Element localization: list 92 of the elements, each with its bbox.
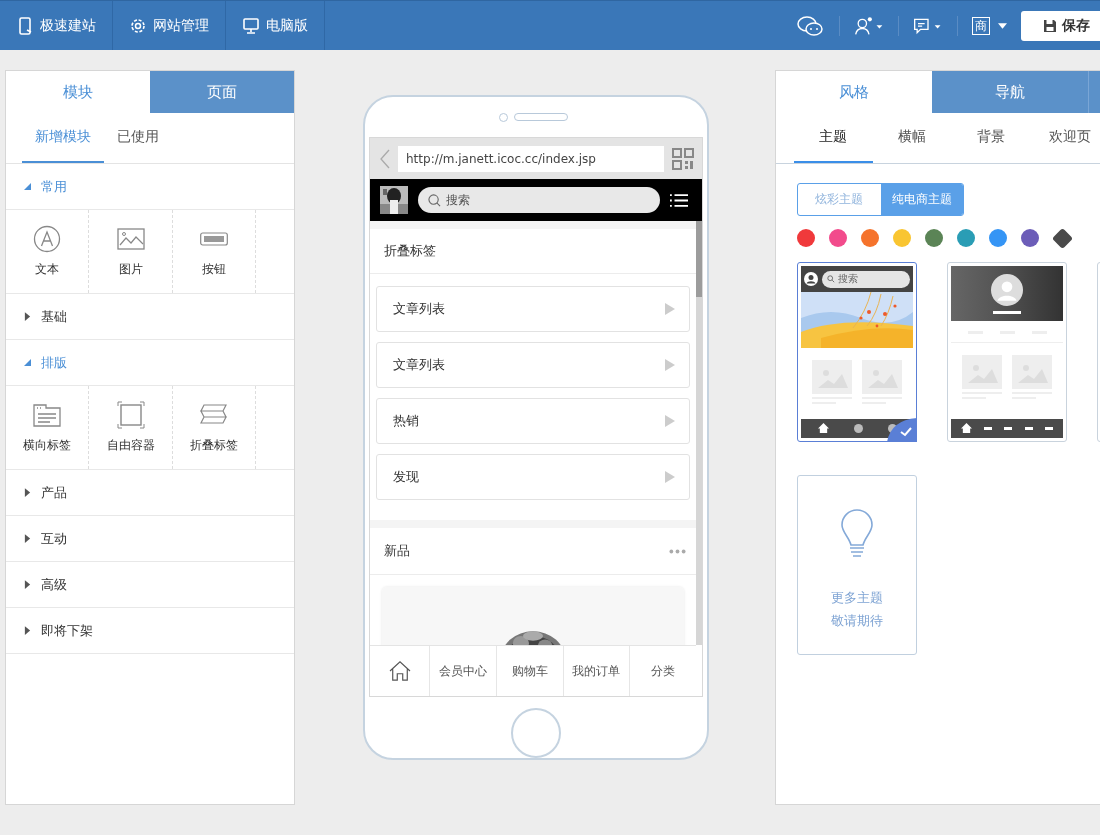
bottom-nav-item[interactable]: 分类: [630, 646, 696, 696]
group-header[interactable]: 基础: [6, 294, 294, 340]
search-icon: [428, 193, 441, 207]
bottom-nav-item[interactable]: 会员中心: [430, 646, 497, 696]
dash-icon: [1044, 427, 1053, 430]
chat-bubbles-icon[interactable]: [795, 14, 825, 37]
triangle-icon: [665, 415, 675, 427]
collapsed-triangle-icon: [24, 626, 31, 635]
search-field: 搜索: [822, 270, 910, 288]
home-icon: [961, 423, 973, 434]
monitor-icon: [242, 16, 260, 35]
more-themes-text: 敬请期待: [831, 612, 883, 630]
module-item[interactable]: 图片: [89, 210, 173, 293]
group-header[interactable]: 产品: [6, 470, 294, 516]
sub-tab[interactable]: 横幅: [872, 113, 952, 163]
theme-card[interactable]: 搜索: [797, 262, 917, 442]
dot-icon: [853, 424, 863, 433]
module-item[interactable]: 文本: [6, 210, 90, 293]
home-icon: [388, 661, 411, 681]
collapsed-triangle-icon: [24, 580, 31, 589]
group-header[interactable]: 高级: [6, 562, 294, 608]
group-header[interactable]: 常用: [6, 164, 294, 210]
color-dot[interactable]: [989, 229, 1007, 247]
fold-item[interactable]: 热销: [376, 398, 690, 444]
dash-icon: [984, 427, 993, 430]
sub-tab[interactable]: 已使用: [104, 113, 172, 163]
url-field[interactable]: http://m.janett.icoc.cc/index.jsp: [398, 145, 664, 172]
more-icon[interactable]: [669, 548, 686, 554]
color-dot[interactable]: [925, 229, 943, 247]
sub-tab[interactable]: 主题: [794, 113, 873, 163]
triangle-icon: [665, 359, 675, 371]
sub-tab[interactable]: 背景: [951, 113, 1031, 163]
scrollbar-thumb[interactable]: [696, 221, 702, 297]
menu-icon[interactable]: [670, 192, 688, 208]
bottom-nav-item[interactable]: 购物车: [496, 646, 564, 696]
user-menu-icon[interactable]: [854, 14, 884, 37]
settings-icon: [129, 16, 147, 35]
lightbulb-icon: [840, 508, 874, 560]
image-placeholder-icon: [812, 360, 852, 394]
home-icon: [817, 423, 829, 434]
module-item[interactable]: 按钮: [172, 210, 257, 293]
bottom-nav-item[interactable]: 我的订单: [563, 646, 631, 696]
group-header[interactable]: 互动: [6, 516, 294, 562]
module-item[interactable]: 横向标签: [6, 386, 90, 469]
dash-icon: [1004, 427, 1013, 430]
avatar-icon: [804, 272, 818, 286]
avatar-icon: [991, 273, 1023, 306]
fold-item[interactable]: 发现: [376, 454, 690, 500]
color-dot[interactable]: [1021, 229, 1039, 247]
color-dot[interactable]: [861, 229, 879, 247]
search-icon: [827, 275, 835, 283]
image-icon: [116, 225, 145, 253]
color-dot[interactable]: [829, 229, 847, 247]
module-item[interactable]: 自由容器: [89, 386, 173, 469]
color-dot[interactable]: [893, 229, 911, 247]
dash-icon: [1024, 427, 1033, 430]
group-header[interactable]: 即将下架: [6, 608, 294, 654]
check-icon: [887, 418, 917, 442]
module-item[interactable]: 折叠标签: [172, 386, 257, 469]
more-themes-text: 更多主题: [831, 589, 883, 607]
tabbed-window-icon: [33, 401, 62, 429]
theme-card[interactable]: [947, 262, 1067, 442]
sub-tab[interactable]: 新增模块: [22, 113, 104, 163]
nav-link[interactable]: 极速建站: [0, 1, 113, 50]
expanded-triangle-icon: [24, 182, 31, 191]
phone-icon: [16, 16, 34, 35]
collapsed-triangle-icon: [24, 534, 31, 543]
sub-tab[interactable]: 欢迎页: [1030, 113, 1100, 163]
triangle-icon: [665, 303, 675, 315]
search-field[interactable]: 搜索: [418, 187, 660, 213]
collapsed-triangle-icon: [24, 488, 31, 497]
collapsed-triangle-icon: [24, 312, 31, 321]
group-header[interactable]: 排版: [6, 340, 294, 386]
triangle-icon: [665, 471, 675, 483]
save-icon: [1043, 18, 1057, 33]
nav-link[interactable]: 网站管理: [113, 1, 226, 50]
color-dot[interactable]: [957, 229, 975, 247]
image-placeholder-icon: [962, 355, 1002, 389]
expanded-triangle-icon: [24, 358, 31, 367]
caret-icon: [998, 22, 1007, 29]
section-title: 新品: [384, 542, 410, 560]
color-dot[interactable]: [797, 229, 815, 247]
fold-item[interactable]: 文章列表: [376, 286, 690, 332]
image-placeholder-icon: [862, 360, 902, 394]
image-placeholder-icon: [1012, 355, 1052, 389]
save-button[interactable]: 保存: [1021, 10, 1100, 41]
frame-icon: [116, 401, 145, 429]
back-icon[interactable]: [380, 148, 390, 169]
circled-letter-icon: [33, 225, 62, 253]
nav-link[interactable]: 电脑版: [226, 1, 325, 50]
fold-item[interactable]: 文章列表: [376, 342, 690, 388]
qr-code-icon[interactable]: [672, 147, 694, 170]
